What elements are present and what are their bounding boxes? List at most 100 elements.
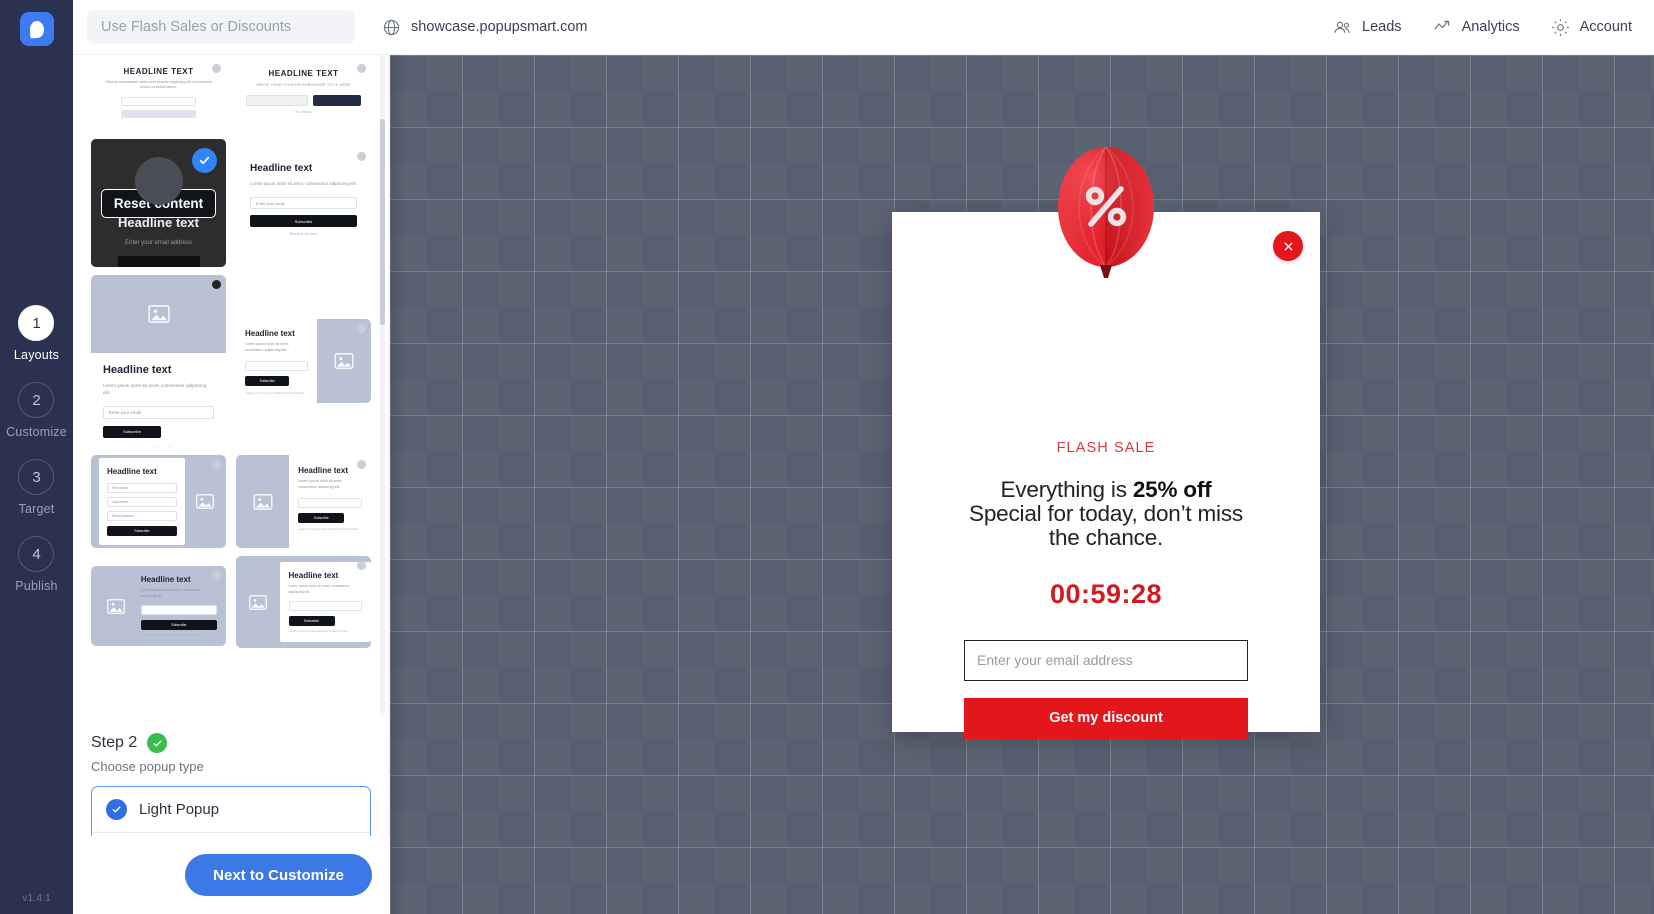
check-circle-icon bbox=[147, 733, 168, 753]
mini-subtitle: WRITE YOUR COUPON SUBSCRIBE TITLE HERE bbox=[256, 83, 351, 87]
sidebar-step-customize[interactable]: 2 Customize bbox=[6, 382, 67, 439]
campaign-name-input[interactable] bbox=[87, 10, 355, 44]
template-scroll-area[interactable]: HEADLINE TEXT Placerat consectetuer fabi… bbox=[73, 55, 389, 715]
step-label: Publish bbox=[15, 579, 58, 593]
template-card[interactable]: HEADLINE TEXT Placerat consectetuer fabi… bbox=[91, 59, 226, 131]
leads-icon bbox=[1332, 17, 1353, 38]
red-percent-balloon-icon bbox=[1056, 145, 1156, 290]
close-icon[interactable] bbox=[357, 460, 366, 469]
preview-canvas: FLASH SALE Everything is 25% off Special… bbox=[390, 55, 1654, 914]
mini-note: Remind me later bbox=[289, 232, 318, 237]
step-nav: 1 Layouts 2 Customize 3 Target 4 Publish bbox=[6, 305, 67, 613]
mini-terms: I agree to the terms and conditions of P… bbox=[298, 527, 359, 531]
panel-footer: Next to Customize bbox=[73, 836, 390, 914]
mini-lorem: Lorem ipsum dolor sit amet, consectetur … bbox=[140, 588, 202, 598]
mini-headline: Headline text bbox=[103, 364, 172, 376]
app-version: v1.4.1 bbox=[22, 892, 51, 904]
image-placeholder-icon bbox=[91, 598, 141, 614]
template-card[interactable]: HEADLINE TEXT WRITE YOUR COUPON SUBSCRIB… bbox=[236, 59, 371, 131]
step2-subtitle: Choose popup type bbox=[91, 759, 204, 774]
nav-label: Account bbox=[1579, 19, 1632, 35]
headline-bold: 25% off bbox=[1132, 477, 1212, 502]
gear-icon bbox=[1550, 17, 1571, 38]
image-placeholder-icon bbox=[236, 455, 290, 548]
template-card[interactable]: Headline text Lorem ipsum dolor sit amet… bbox=[91, 566, 226, 646]
mini-headline: HEADLINE TEXT bbox=[123, 67, 194, 76]
canvas-left-shadow bbox=[390, 55, 404, 914]
site-indicator: showcase.popupsmart.com bbox=[382, 18, 588, 37]
body: HEADLINE TEXT Placerat consectetuer fabi… bbox=[73, 55, 1654, 914]
close-icon[interactable] bbox=[357, 324, 366, 333]
mini-email-placeholder: Enter your email bbox=[256, 200, 286, 206]
mini-subscribe-label: Subscribe bbox=[123, 429, 141, 435]
close-icon[interactable] bbox=[357, 64, 366, 73]
radio-checked-icon[interactable] bbox=[106, 799, 127, 820]
mini-email-ph: Email address bbox=[112, 514, 134, 518]
template-card[interactable]: Headline text First name Last name Email… bbox=[91, 455, 226, 548]
mini-headline: Headline text bbox=[288, 571, 339, 581]
mini-terms: I agree to the terms and conditions of P… bbox=[288, 629, 349, 633]
mini-email-placeholder: Enter your email address bbox=[125, 240, 192, 246]
popup-headline: Everything is 25% off Special for today,… bbox=[964, 478, 1248, 550]
logo-drop-shape bbox=[29, 20, 44, 38]
left-rail: 1 Layouts 2 Customize 3 Target 4 Publish… bbox=[0, 0, 73, 914]
mini-headline: Headline text bbox=[140, 575, 191, 585]
mini-headline: Headline text bbox=[118, 215, 199, 230]
panel-scrollbar-thumb[interactable] bbox=[380, 119, 385, 325]
step2-heading: Step 2 bbox=[91, 733, 371, 753]
nav-analytics[interactable]: Analytics bbox=[1432, 17, 1520, 38]
close-icon[interactable] bbox=[357, 152, 366, 161]
mini-subscribe-label: Subscribe bbox=[259, 378, 275, 383]
step-number: 2 bbox=[18, 382, 55, 418]
analytics-icon bbox=[1432, 17, 1453, 38]
mini-headline: Headline text bbox=[245, 329, 295, 338]
sidebar-step-target[interactable]: 3 Target bbox=[18, 459, 55, 516]
close-icon[interactable] bbox=[212, 64, 221, 73]
mini-headline: HEADLINE TEXT bbox=[268, 69, 339, 78]
option-light-popup[interactable]: Light Popup bbox=[92, 787, 370, 832]
top-bar: showcase.popupsmart.com Leads bbox=[73, 0, 1654, 55]
image-placeholder-icon bbox=[185, 494, 226, 509]
step2-title-text: Step 2 bbox=[91, 734, 138, 751]
mini-subscribe-label: Subscribe bbox=[303, 618, 320, 623]
avatar-placeholder bbox=[134, 157, 183, 205]
mini-lorem: Lorem ipsum dolor sit amet, consectetur … bbox=[250, 181, 357, 186]
step-number: 1 bbox=[18, 305, 55, 341]
nav-account[interactable]: Account bbox=[1550, 17, 1632, 38]
popup-kicker: FLASH SALE bbox=[1056, 440, 1156, 456]
close-icon[interactable] bbox=[357, 561, 366, 570]
popup-email-input[interactable] bbox=[964, 639, 1248, 681]
template-card[interactable]: Headline text Lorem ipsum dolor sit amet… bbox=[236, 455, 371, 548]
selected-check-icon[interactable] bbox=[192, 148, 217, 173]
mini-lorem: Lorem ipsum dolor sit amet, consectetur … bbox=[103, 383, 207, 396]
headline-post: Special for today, don’t miss the chance… bbox=[969, 500, 1243, 550]
sidebar-step-publish[interactable]: 4 Publish bbox=[15, 536, 57, 593]
selected-preview: Headline text Enter your email address bbox=[91, 157, 226, 267]
sidebar-step-layouts[interactable]: 1 Layouts bbox=[14, 305, 59, 362]
template-card[interactable]: Headline text Lorem ipsum dolor sit amet… bbox=[91, 275, 226, 447]
close-icon[interactable] bbox=[212, 280, 221, 289]
close-icon[interactable] bbox=[212, 571, 221, 580]
close-icon[interactable] bbox=[212, 460, 221, 469]
get-my-discount-button[interactable]: Get my discount bbox=[964, 697, 1248, 739]
popup-builder-app: 1 Layouts 2 Customize 3 Target 4 Publish… bbox=[0, 0, 1654, 914]
template-card-selected[interactable]: Headline text Enter your email address R… bbox=[91, 139, 226, 267]
popupsmart-logo-icon[interactable] bbox=[19, 12, 54, 46]
popup-close-button[interactable] bbox=[1273, 231, 1303, 261]
template-card[interactable]: Headline text Lorem ipsum dolor sit amet… bbox=[236, 147, 371, 257]
top-nav: Leads Analytics Account bbox=[1332, 17, 1632, 38]
mini-headline: Headline text bbox=[250, 163, 313, 174]
step-number: 4 bbox=[18, 536, 55, 572]
template-card[interactable]: Headline text Lorem ipsum dolor sit amet… bbox=[236, 319, 371, 403]
nav-leads[interactable]: Leads bbox=[1332, 17, 1402, 38]
popup-countdown-timer: 00:59:28 bbox=[1049, 578, 1163, 609]
template-card[interactable]: Headline text Lorem ipsum dolor sit amet… bbox=[236, 556, 371, 648]
layouts-panel: HEADLINE TEXT Placerat consectetuer fabi… bbox=[73, 55, 390, 914]
popup-preview: FLASH SALE Everything is 25% off Special… bbox=[892, 145, 1320, 739]
template-grid: HEADLINE TEXT Placerat consectetuer fabi… bbox=[91, 59, 371, 648]
mini-headline: Headline text bbox=[298, 466, 348, 475]
step-label: Customize bbox=[6, 425, 67, 439]
step-label: Target bbox=[18, 502, 55, 516]
next-to-customize-button[interactable]: Next to Customize bbox=[185, 854, 372, 896]
globe-icon bbox=[382, 18, 401, 37]
